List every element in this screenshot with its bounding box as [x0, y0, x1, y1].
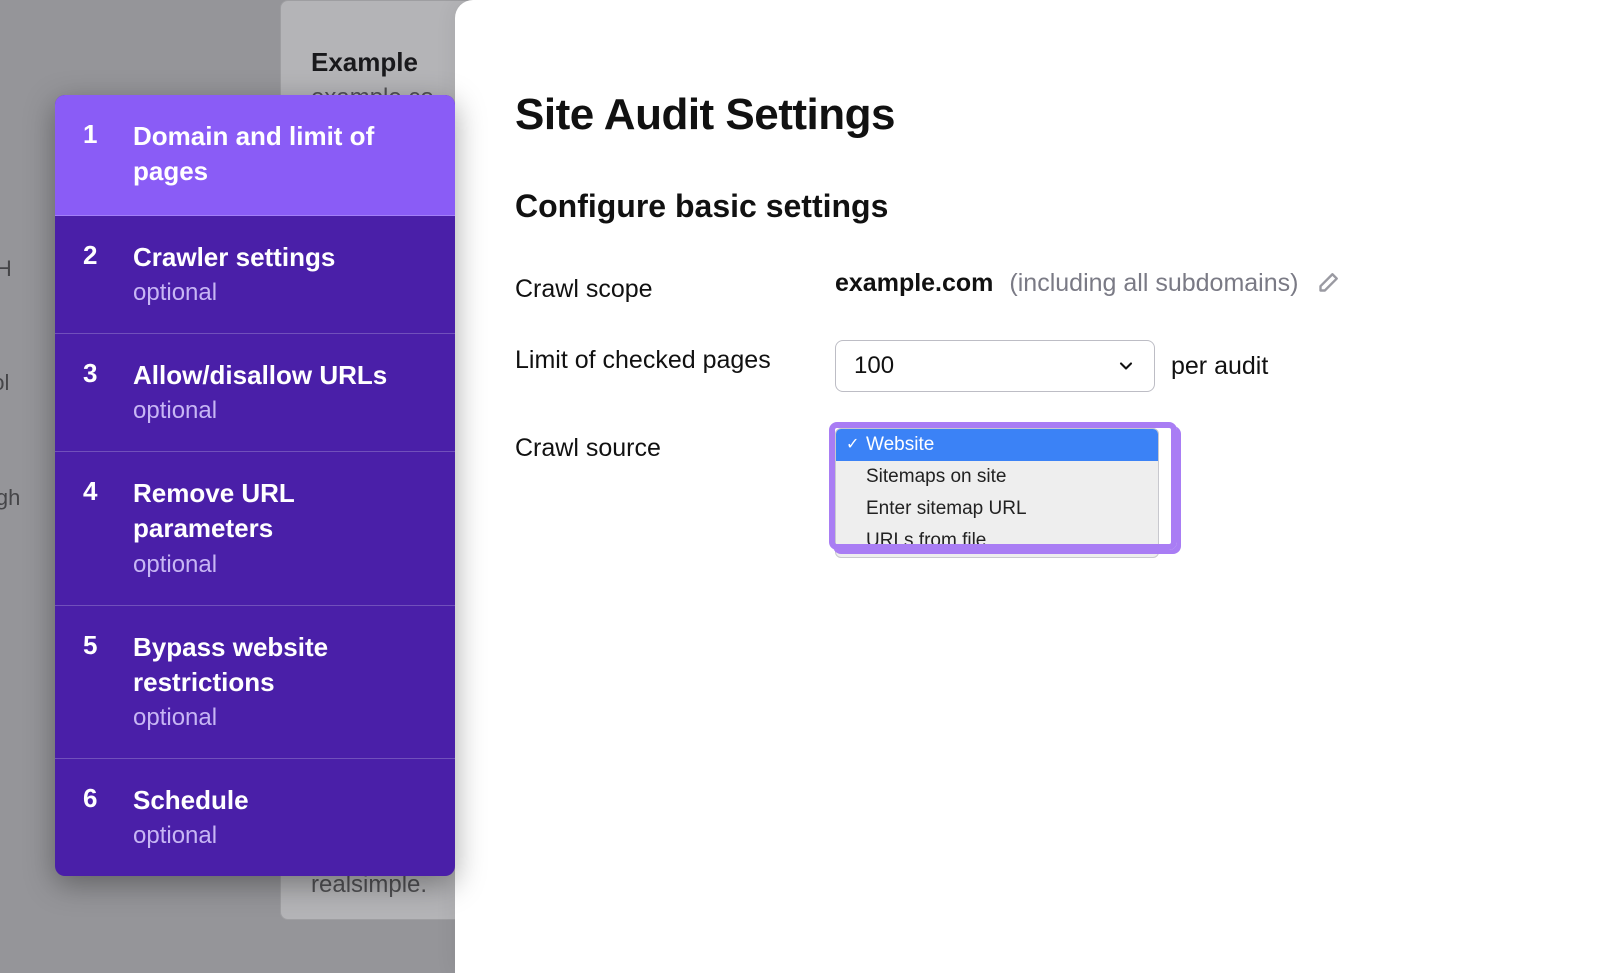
- limit-pages-value: 100: [854, 352, 894, 380]
- crawl-source-option-website[interactable]: Website: [836, 429, 1158, 461]
- step-title: Bypass website restrictions: [133, 630, 427, 700]
- limit-suffix: per audit: [1171, 352, 1268, 381]
- step-number: 1: [83, 119, 133, 189]
- wizard-step-bypass-restrictions[interactable]: 5 Bypass website restrictions optional: [55, 606, 455, 759]
- step-title: Crawler settings: [133, 240, 427, 275]
- wizard-step-schedule[interactable]: 6 Schedule optional: [55, 759, 455, 876]
- step-number: 2: [83, 240, 133, 307]
- crawl-scope-label: Crawl scope: [515, 269, 835, 304]
- bg-frag: r: [0, 412, 50, 469]
- settings-wizard-steps: 1 Domain and limit of pages 2 Crawler se…: [55, 95, 455, 876]
- wizard-step-allow-disallow-urls[interactable]: 3 Allow/disallow URLs optional: [55, 334, 455, 452]
- bg-frag: sigh: [0, 469, 50, 526]
- wizard-step-remove-url-parameters[interactable]: 4 Remove URL parameters optional: [55, 452, 455, 605]
- crawl-source-label: Crawl source: [515, 428, 835, 463]
- row-crawl-scope: Crawl scope example.com (including all s…: [515, 269, 1540, 304]
- row-crawl-source: Crawl source Website Sitemaps on site En…: [515, 428, 1540, 558]
- bg-frag: CH: [0, 240, 50, 297]
- limit-label: Limit of checked pages: [515, 340, 835, 375]
- edit-crawl-scope-icon[interactable]: [1314, 271, 1340, 297]
- crawl-source-option-urls-from-file[interactable]: URLs from file: [836, 525, 1158, 557]
- crawl-scope-note: (including all subdomains): [1009, 269, 1298, 298]
- step-number: 3: [83, 358, 133, 425]
- step-optional: optional: [133, 551, 427, 579]
- crawl-source-dropdown[interactable]: Website Sitemaps on site Enter sitemap U…: [835, 428, 1159, 558]
- step-optional: optional: [133, 822, 427, 850]
- step-optional: optional: [133, 704, 427, 732]
- bg-frag: w: [0, 297, 50, 354]
- crawl-source-dropdown-wrap: Website Sitemaps on site Enter sitemap U…: [835, 428, 1171, 558]
- step-number: 5: [83, 630, 133, 732]
- step-optional: optional: [133, 279, 427, 307]
- limit-pages-select[interactable]: 100: [835, 340, 1155, 392]
- row-limit-checked-pages: Limit of checked pages 100 per audit: [515, 340, 1540, 392]
- step-title: Domain and limit of pages: [133, 119, 427, 189]
- step-number: 6: [83, 783, 133, 850]
- crawl-source-option-sitemaps-on-site[interactable]: Sitemaps on site: [836, 461, 1158, 493]
- wizard-step-crawler-settings[interactable]: 2 Crawler settings optional: [55, 216, 455, 334]
- step-title: Remove URL parameters: [133, 476, 427, 546]
- step-number: 4: [83, 476, 133, 578]
- section-subtitle: Configure basic settings: [515, 188, 1540, 225]
- step-title: Schedule: [133, 783, 427, 818]
- step-optional: optional: [133, 397, 427, 425]
- wizard-step-domain-limit[interactable]: 1 Domain and limit of pages: [55, 95, 455, 216]
- page-title: Site Audit Settings: [515, 90, 1540, 140]
- bg-left-fragments: CH w ool r sigh: [0, 240, 50, 526]
- crawl-scope-value: example.com: [835, 269, 993, 298]
- crawl-source-option-enter-sitemap-url[interactable]: Enter sitemap URL: [836, 493, 1158, 525]
- site-audit-settings-panel: Site Audit Settings Configure basic sett…: [455, 0, 1600, 973]
- bg-frag: ool: [0, 354, 50, 411]
- chevron-down-icon: [1116, 356, 1136, 376]
- step-title: Allow/disallow URLs: [133, 358, 427, 393]
